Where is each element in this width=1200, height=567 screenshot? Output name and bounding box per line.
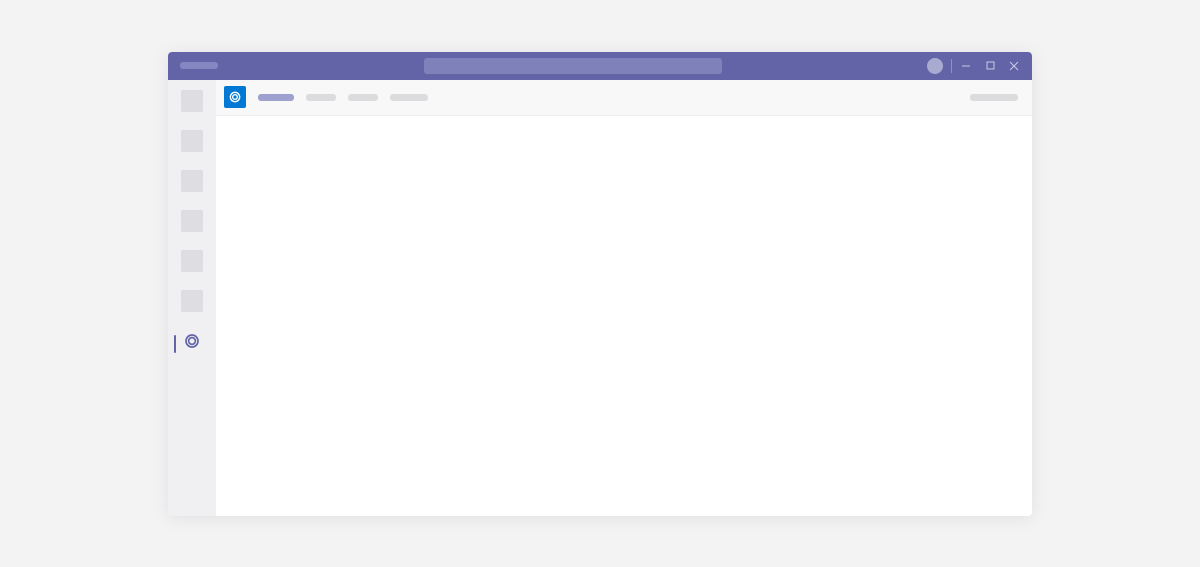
tab-bar	[216, 80, 1032, 116]
sidebar-item-2[interactable]	[181, 130, 203, 152]
tab-1[interactable]	[258, 94, 294, 101]
user-avatar[interactable]	[927, 58, 943, 74]
content-area	[216, 116, 1032, 516]
sidebar-nav	[168, 80, 216, 516]
sidebar-item-3[interactable]	[181, 170, 203, 192]
main-area	[216, 80, 1032, 516]
dynamics-swirl-icon	[228, 90, 242, 104]
tab-2[interactable]	[306, 94, 336, 101]
titlebar	[168, 52, 1032, 80]
maximize-icon	[986, 61, 995, 70]
tab-action[interactable]	[970, 94, 1018, 101]
sidebar-item-4[interactable]	[181, 210, 203, 232]
close-icon	[1009, 61, 1019, 71]
app-window	[168, 52, 1032, 516]
window-body	[168, 80, 1032, 516]
tab-app-icon[interactable]	[224, 86, 246, 108]
close-button[interactable]	[1002, 55, 1026, 77]
minimize-button[interactable]	[954, 55, 978, 77]
tab-4[interactable]	[390, 94, 428, 101]
maximize-button[interactable]	[978, 55, 1002, 77]
minimize-icon	[961, 61, 971, 71]
tab-3[interactable]	[348, 94, 378, 101]
sidebar-item-5[interactable]	[181, 250, 203, 272]
dynamics-swirl-icon	[183, 332, 201, 355]
sidebar-item-6[interactable]	[181, 290, 203, 312]
titlebar-divider	[951, 59, 952, 73]
sidebar-item-active[interactable]	[168, 330, 216, 358]
sidebar-item-1[interactable]	[181, 90, 203, 112]
app-title-placeholder	[180, 62, 218, 69]
search-input[interactable]	[424, 58, 722, 74]
